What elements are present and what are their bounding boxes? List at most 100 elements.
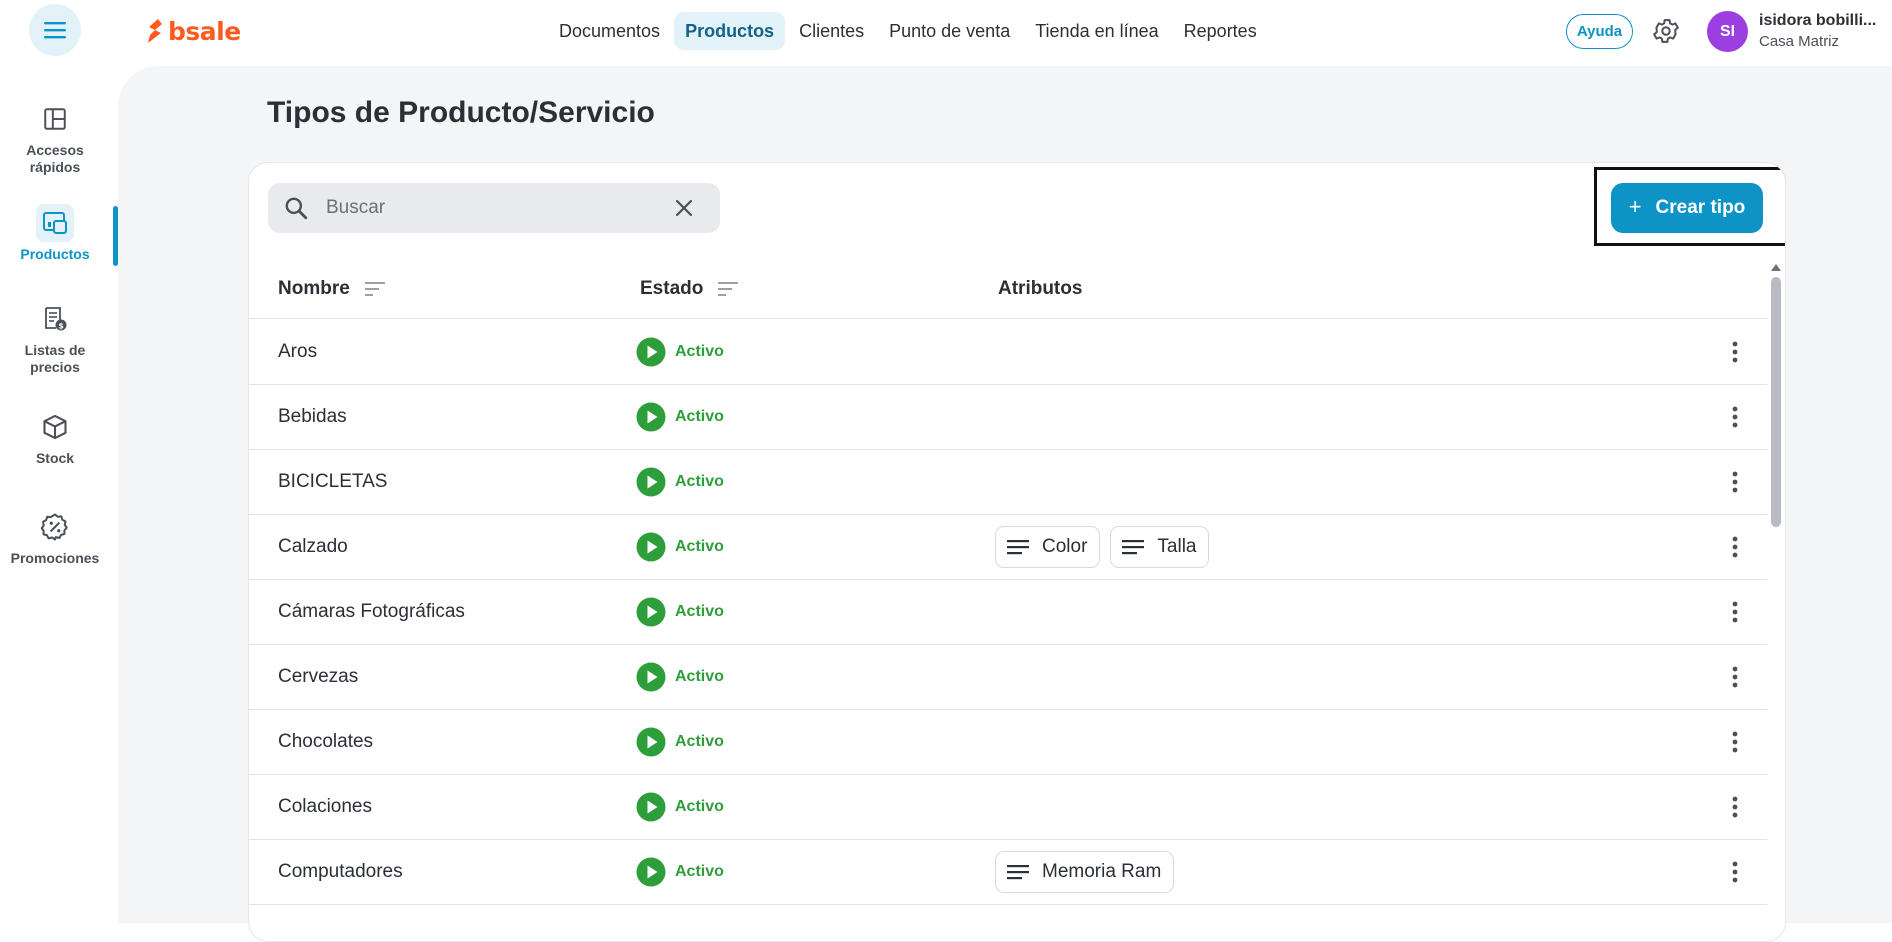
main-content: Tipos de Producto/Servicio + Crear tipo … <box>118 66 1892 942</box>
sidebar-item-label: Accesos rápidos <box>26 142 84 175</box>
play-circle-icon <box>636 402 666 432</box>
attribute-chip: Talla <box>1110 526 1210 568</box>
table-row[interactable]: Bebidas Activo <box>249 385 1767 450</box>
row-name: Colaciones <box>278 796 372 817</box>
close-icon[interactable] <box>673 197 695 219</box>
row-actions-button[interactable] <box>1719 401 1751 433</box>
main-nav: Documentos Productos Clientes Punto de v… <box>548 12 1271 50</box>
status-badge: Activo <box>636 840 724 904</box>
status-label: Activo <box>675 473 724 490</box>
nav-item-clientes[interactable]: Clientes <box>788 12 875 50</box>
play-circle-icon <box>636 337 666 367</box>
quick-access-icon <box>36 100 74 138</box>
search-input[interactable] <box>326 183 656 233</box>
sidebar-item-productos[interactable]: Productos <box>0 204 110 263</box>
more-vertical-icon <box>1732 471 1738 493</box>
hamburger-menu-button[interactable] <box>29 4 81 56</box>
bsale-logo-icon <box>148 19 162 43</box>
nav-item-punto-de-venta[interactable]: Punto de venta <box>878 12 1021 50</box>
table-row[interactable]: Cámaras Fotográficas Activo <box>249 580 1767 645</box>
row-name: Cámaras Fotográficas <box>278 601 465 622</box>
sidebar-item-stock[interactable]: Stock <box>0 408 110 467</box>
more-vertical-icon <box>1732 731 1738 753</box>
status-badge: Activo <box>636 515 724 579</box>
row-actions-button[interactable] <box>1719 466 1751 498</box>
sidebar: Accesos rápidos Productos $ Listas de pr… <box>0 66 118 923</box>
status-label: Activo <box>675 863 724 880</box>
row-actions-button[interactable] <box>1719 726 1751 758</box>
row-name: Bebidas <box>278 406 347 427</box>
table-row[interactable]: BICICLETAS Activo <box>249 450 1767 515</box>
row-actions-button[interactable] <box>1719 596 1751 628</box>
text-lines-icon <box>1007 540 1029 555</box>
plus-icon: + <box>1628 194 1642 219</box>
status-label: Activo <box>675 343 724 360</box>
create-type-label: Crear tipo <box>1655 197 1746 218</box>
table-row[interactable]: Chocolates Activo <box>249 710 1767 775</box>
row-actions-button[interactable] <box>1719 856 1751 888</box>
row-actions-button[interactable] <box>1719 336 1751 368</box>
attribute-label: Color <box>1042 536 1088 557</box>
attributes-cell: Memoria Ram <box>995 840 1184 904</box>
play-circle-icon <box>636 727 666 757</box>
column-label: Estado <box>640 278 704 299</box>
more-vertical-icon <box>1732 601 1738 623</box>
user-avatar[interactable]: SI <box>1707 11 1748 52</box>
attribute-chip: Memoria Ram <box>995 851 1175 893</box>
table-row[interactable]: Aros Activo <box>249 320 1767 385</box>
top-bar: bsale Documentos Productos Clientes Punt… <box>0 0 1892 66</box>
more-vertical-icon <box>1732 861 1738 883</box>
table-row[interactable]: Computadores Activo Memoria Ram <box>249 840 1767 905</box>
help-button[interactable]: Ayuda <box>1566 14 1633 49</box>
row-name: Chocolates <box>278 731 374 752</box>
sidebar-item-listas-de-precios[interactable]: $ Listas de precios <box>0 300 110 376</box>
scrollbar[interactable] <box>1769 259 1783 941</box>
nav-item-documentos[interactable]: Documentos <box>548 12 671 50</box>
sort-icon[interactable] <box>364 280 386 298</box>
sidebar-item-accesos-rapidos[interactable]: Accesos rápidos <box>0 100 110 176</box>
attribute-chip: Color <box>995 526 1101 568</box>
create-type-button[interactable]: + Crear tipo <box>1611 183 1763 233</box>
settings-button[interactable] <box>1651 16 1681 46</box>
status-label: Activo <box>675 668 724 685</box>
hamburger-icon <box>44 22 66 39</box>
status-label: Activo <box>675 733 724 750</box>
page-title: Tipos de Producto/Servicio <box>267 96 655 129</box>
sort-icon[interactable] <box>717 280 739 298</box>
play-circle-icon <box>636 467 666 497</box>
stock-box-icon <box>36 408 74 446</box>
search-bar[interactable] <box>268 183 720 233</box>
gear-icon <box>1653 19 1679 43</box>
nav-item-tienda-en-linea[interactable]: Tienda en línea <box>1024 12 1169 50</box>
row-actions-button[interactable] <box>1719 531 1751 563</box>
text-lines-icon <box>1007 865 1029 880</box>
row-name: BICICLETAS <box>278 471 388 492</box>
more-vertical-icon <box>1732 536 1738 558</box>
status-badge: Activo <box>636 320 724 384</box>
attribute-label: Memoria Ram <box>1042 861 1162 882</box>
status-badge: Activo <box>636 385 724 449</box>
status-badge: Activo <box>636 775 724 839</box>
table-row[interactable]: Cervezas Activo <box>249 645 1767 710</box>
scroll-up-arrow-icon[interactable] <box>1769 261 1783 273</box>
more-vertical-icon <box>1732 666 1738 688</box>
sidebar-item-label: Stock <box>35 450 75 466</box>
play-circle-icon <box>636 792 666 822</box>
table-row[interactable]: Colaciones Activo <box>249 775 1767 840</box>
column-header-atributos: Atributos <box>998 259 1082 319</box>
status-badge: Activo <box>636 710 724 774</box>
brand-logo[interactable]: bsale <box>146 17 241 46</box>
sidebar-item-promociones[interactable]: Promociones <box>0 508 110 567</box>
row-actions-button[interactable] <box>1719 791 1751 823</box>
sidebar-item-label: Promociones <box>10 550 100 566</box>
row-actions-button[interactable] <box>1719 661 1751 693</box>
product-types-card: + Crear tipo Nombre Estado <box>248 162 1786 942</box>
scroll-thumb[interactable] <box>1771 277 1781 527</box>
table-row[interactable]: Calzado Activo Color Talla <box>249 515 1767 580</box>
nav-item-reportes[interactable]: Reportes <box>1173 12 1268 50</box>
products-icon <box>36 204 74 242</box>
price-list-icon: $ <box>36 300 74 338</box>
row-name: Cervezas <box>278 666 359 687</box>
user-name[interactable]: isidora bobilli... <box>1759 12 1876 30</box>
nav-item-productos[interactable]: Productos <box>674 12 786 50</box>
